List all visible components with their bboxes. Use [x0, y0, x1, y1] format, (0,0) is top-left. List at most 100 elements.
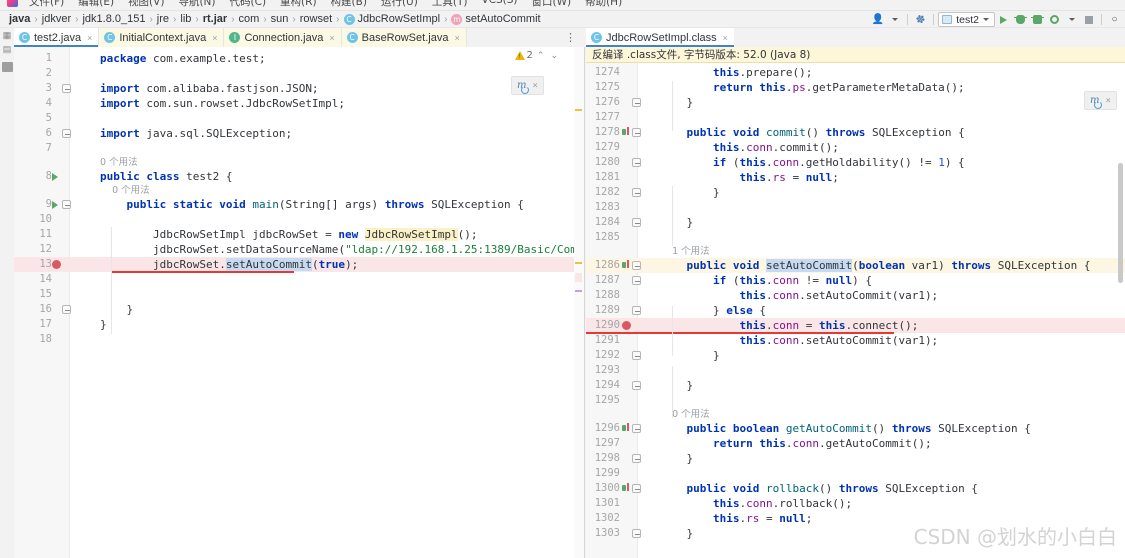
close-icon[interactable]: ×	[212, 33, 217, 43]
menu-item-1[interactable]: 编辑(E)	[71, 0, 121, 9]
fold-toggle-icon[interactable]	[632, 276, 641, 285]
breadcrumb-item-lib[interactable]: lib	[177, 13, 194, 25]
left-editor[interactable]: 1 package com.example.test; 2 3 import com.a…	[14, 47, 584, 558]
fold-toggle-icon[interactable]	[632, 484, 641, 493]
run-with-coverage-button[interactable]	[1029, 12, 1046, 27]
run-gutter-icon[interactable]	[52, 173, 58, 181]
override-gutter-icon[interactable]	[622, 483, 629, 493]
chevron-down-icon[interactable]: ⌄	[548, 51, 560, 61]
left-reimport-widget[interactable]: m ×	[511, 76, 544, 95]
code-line[interactable]: }	[100, 302, 133, 317]
build-hammer-icon[interactable]: ✽	[912, 12, 929, 27]
menu-item-10[interactable]: 窗口(W)	[525, 0, 579, 9]
code-line[interactable]: return this.ps.getParameterMetaData();	[660, 80, 965, 95]
breadcrumb-item-jdkver[interactable]: jdkver	[39, 13, 74, 25]
code-line[interactable]: }	[660, 526, 693, 541]
code-line[interactable]: } else {	[660, 303, 766, 318]
code-line[interactable]: this.conn.rollback();	[660, 496, 852, 511]
code-line[interactable]: jdbcRowSet.setAutoCommit(true);	[100, 257, 358, 272]
fold-toggle-icon[interactable]	[632, 188, 641, 197]
tabs-overflow-icon[interactable]: ⋮	[565, 31, 576, 44]
close-icon[interactable]: ×	[723, 33, 728, 43]
fold-toggle-icon[interactable]	[632, 351, 641, 360]
profiler-button[interactable]	[1046, 12, 1063, 27]
menu-item-2[interactable]: 视图(V)	[121, 0, 171, 9]
code-line[interactable]: if (this.conn.getHoldability() != 1) {	[660, 155, 965, 170]
code-line[interactable]: }	[660, 378, 693, 393]
code-line[interactable]: import com.sun.rowset.JdbcRowSetImpl;	[100, 96, 345, 111]
breadcrumb-item-jdbcrowsetimpl[interactable]: C JdbcRowSetImpl	[341, 13, 444, 25]
code-line[interactable]: package com.example.test;	[100, 51, 266, 66]
tab-baserowset-java[interactable]: C BaseRowSet.java ×	[341, 28, 467, 47]
menu-item-5[interactable]: 重构(R)	[273, 0, 324, 9]
code-line[interactable]: this.conn.setAutoCommit(var1);	[660, 288, 938, 303]
right-editor-scrollbar[interactable]	[1118, 163, 1123, 283]
code-line[interactable]: }	[660, 451, 693, 466]
code-line[interactable]: }	[660, 185, 720, 200]
close-icon[interactable]: ×	[329, 33, 334, 43]
fold-toggle-icon[interactable]	[632, 306, 641, 315]
override-gutter-icon[interactable]	[622, 260, 629, 270]
fold-toggle-icon[interactable]	[632, 158, 641, 167]
refresh-import-icon[interactable]: m	[517, 80, 530, 94]
run-gutter-icon[interactable]	[52, 201, 58, 209]
code-line[interactable]: }	[100, 317, 107, 332]
chevron-down-icon-profiler[interactable]	[1063, 12, 1080, 27]
left-marker-rail[interactable]	[574, 47, 584, 558]
breakpoint-icon[interactable]	[52, 260, 61, 269]
breakpoint-icon[interactable]	[622, 321, 631, 330]
fold-toggle-icon[interactable]	[62, 305, 71, 314]
fold-toggle-icon[interactable]	[62, 84, 71, 93]
breadcrumb-item-java[interactable]: java	[6, 13, 33, 25]
close-icon[interactable]: ×	[532, 81, 537, 91]
breadcrumb-item-jre[interactable]: jre	[154, 13, 172, 25]
tab-connection-java[interactable]: I Connection.java ×	[224, 28, 342, 47]
code-line[interactable]: JdbcRowSetImpl jdbcRowSet = new JdbcRowS…	[100, 227, 478, 242]
fold-toggle-icon[interactable]	[632, 128, 641, 137]
inspection-status[interactable]: 2 ⌃ ⌄	[514, 50, 560, 61]
code-line[interactable]: public class test2 {	[100, 169, 232, 184]
right-editor[interactable]: 1274 this.prepare(); 1275 return this.ps.…	[586, 63, 1125, 558]
run-configuration-selector[interactable]: test2	[938, 12, 995, 27]
menu-item-3[interactable]: 导航(N)	[171, 0, 222, 9]
fold-toggle-icon[interactable]	[62, 200, 71, 209]
menu-item-7[interactable]: 运行(U)	[374, 0, 425, 9]
override-gutter-icon[interactable]	[622, 127, 629, 137]
code-line[interactable]: return this.conn.getAutoCommit();	[660, 436, 932, 451]
chevron-down-icon-account[interactable]	[886, 12, 903, 27]
code-line[interactable]: public void rollback() throws SQLExcepti…	[660, 481, 978, 496]
code-line[interactable]: this.conn.commit();	[660, 140, 839, 155]
code-line[interactable]: public void commit() throws SQLException…	[660, 125, 965, 140]
search-icon[interactable]: ○	[1106, 12, 1123, 27]
usage-hint[interactable]: 0 个用法	[100, 156, 138, 169]
right-reimport-widget[interactable]: m ×	[1084, 91, 1117, 110]
fold-toggle-icon[interactable]	[632, 261, 641, 270]
project-tool-icon[interactable]: ▦	[2, 30, 13, 40]
tab-test2-java[interactable]: Ctest2.java ×	[14, 28, 100, 47]
menu-item-8[interactable]: 工具(T)	[425, 0, 475, 9]
code-line[interactable]: this.prepare();	[660, 65, 812, 80]
code-line[interactable]: public static void main(String[] args) t…	[100, 197, 524, 212]
fold-toggle-icon[interactable]	[632, 381, 641, 390]
menu-item-0[interactable]: 文件(F)	[22, 0, 71, 9]
fold-toggle-icon[interactable]	[632, 454, 641, 463]
code-line[interactable]: jdbcRowSet.setDataSourceName("ldap://192…	[100, 242, 584, 257]
tab-jdbcrowsetimpl-class[interactable]: C JdbcRowSetImpl.class ×	[586, 28, 734, 47]
code-line[interactable]: this.conn = this.connect();	[660, 318, 918, 333]
menu-item-9[interactable]: VCS(S)	[474, 0, 524, 9]
chevron-up-icon[interactable]: ⌃	[535, 51, 547, 61]
close-icon[interactable]: ×	[454, 33, 459, 43]
account-icon[interactable]: 👤	[869, 12, 886, 27]
code-line[interactable]: this.conn.setAutoCommit(var1);	[660, 333, 938, 348]
breadcrumb-item-setautocommit[interactable]: m setAutoCommit	[448, 13, 543, 25]
refresh-import-icon[interactable]: m	[1090, 95, 1103, 109]
fold-toggle-icon[interactable]	[62, 129, 71, 138]
code-line[interactable]: }	[660, 95, 693, 110]
breadcrumb-item-com[interactable]: com	[236, 13, 263, 25]
run-button[interactable]	[995, 12, 1012, 27]
folder-tool-icon[interactable]	[1, 62, 13, 72]
structure-tool-icon[interactable]: ▤	[2, 44, 13, 54]
left-editor-code[interactable]: 1 package com.example.test; 2 3 import com.a…	[14, 47, 584, 558]
stop-button[interactable]	[1080, 12, 1097, 27]
code-line[interactable]: }	[660, 348, 720, 363]
